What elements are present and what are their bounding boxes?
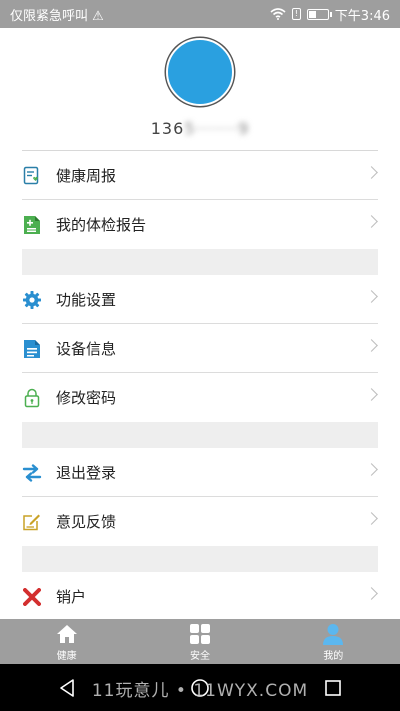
close-x-icon <box>22 587 42 607</box>
tab-label: 健康 <box>56 650 77 662</box>
chevron-right-icon <box>365 463 378 476</box>
battery-icon <box>306 8 332 20</box>
wifi-icon <box>270 8 286 20</box>
profile-header: 1365·······9 <box>0 28 400 150</box>
home-icon <box>56 622 78 646</box>
chevron-right-icon <box>365 290 378 303</box>
gear-icon <box>22 290 42 310</box>
menu-item-settings[interactable]: 功能设置 <box>0 275 400 324</box>
phone-number: 1365·······9 <box>0 119 400 138</box>
report-icon <box>22 166 42 186</box>
back-icon[interactable] <box>57 678 77 698</box>
user-icon <box>322 622 344 646</box>
sim-alert-icon: ! <box>291 8 301 20</box>
section-gap <box>22 546 378 572</box>
menu-item-feedback[interactable]: 意见反馈 <box>0 497 400 546</box>
chevron-right-icon <box>365 388 378 401</box>
section-gap <box>22 249 378 275</box>
chevron-right-icon <box>365 166 378 179</box>
menu-item-device-info[interactable]: 设备信息 <box>0 324 400 373</box>
edit-note-icon <box>22 512 42 532</box>
menu-item-checkup-report[interactable]: 我的体检报告 <box>0 200 400 249</box>
system-nav-bar <box>0 664 400 711</box>
document-icon <box>22 339 42 359</box>
tab-label: 安全 <box>189 650 210 662</box>
menu-label: 我的体检报告 <box>56 216 147 234</box>
settings-menu: 健康周报 我的体检报告 功能设置 设备信息 修改密码 退出登录 意见反馈 销户 <box>0 151 400 621</box>
chevron-right-icon <box>365 587 378 600</box>
menu-item-close-account[interactable]: 销户 <box>0 572 400 621</box>
battery-level <box>308 10 316 18</box>
menu-item-logout[interactable]: 退出登录 <box>0 448 400 497</box>
home-circle-icon[interactable] <box>190 678 210 698</box>
bottom-tab-bar: 健康 安全 我的 <box>0 619 400 664</box>
menu-label: 退出登录 <box>56 464 117 482</box>
medical-report-icon <box>22 215 42 235</box>
swap-arrows-icon <box>22 463 42 483</box>
menu-item-change-password[interactable]: 修改密码 <box>0 373 400 422</box>
menu-item-weekly-report[interactable]: 健康周报 <box>0 151 400 200</box>
tab-mine[interactable]: 我的 <box>267 619 400 664</box>
chevron-right-icon <box>365 512 378 525</box>
menu-label: 销户 <box>56 588 87 606</box>
menu-label: 修改密码 <box>56 389 117 407</box>
chevron-right-icon <box>365 339 378 352</box>
menu-label: 健康周报 <box>56 167 117 185</box>
section-gap <box>22 422 378 448</box>
warning-icon: ⚠ <box>92 8 104 24</box>
chevron-right-icon <box>365 215 378 228</box>
grid-icon <box>189 622 211 646</box>
tab-health[interactable]: 健康 <box>0 619 133 664</box>
status-right: ! 下午3:46 <box>270 5 390 24</box>
tab-label: 我的 <box>323 650 344 662</box>
clock: 下午3:46 <box>334 8 390 24</box>
status-left: 仅限紧急呼叫 ⚠ <box>10 5 104 24</box>
avatar[interactable] <box>166 38 234 106</box>
carrier-text: 仅限紧急呼叫 <box>10 8 89 24</box>
menu-label: 功能设置 <box>56 291 117 309</box>
phone-visible: 136 <box>150 119 185 138</box>
menu-label: 意见反馈 <box>56 513 117 531</box>
lock-icon <box>22 388 42 408</box>
tab-safety[interactable]: 安全 <box>133 619 266 664</box>
recents-icon[interactable] <box>323 678 343 698</box>
menu-label: 设备信息 <box>56 340 117 358</box>
phone-masked: 5·······9 <box>184 119 250 138</box>
status-bar: 仅限紧急呼叫 ⚠ ! 下午3:46 <box>0 0 400 28</box>
